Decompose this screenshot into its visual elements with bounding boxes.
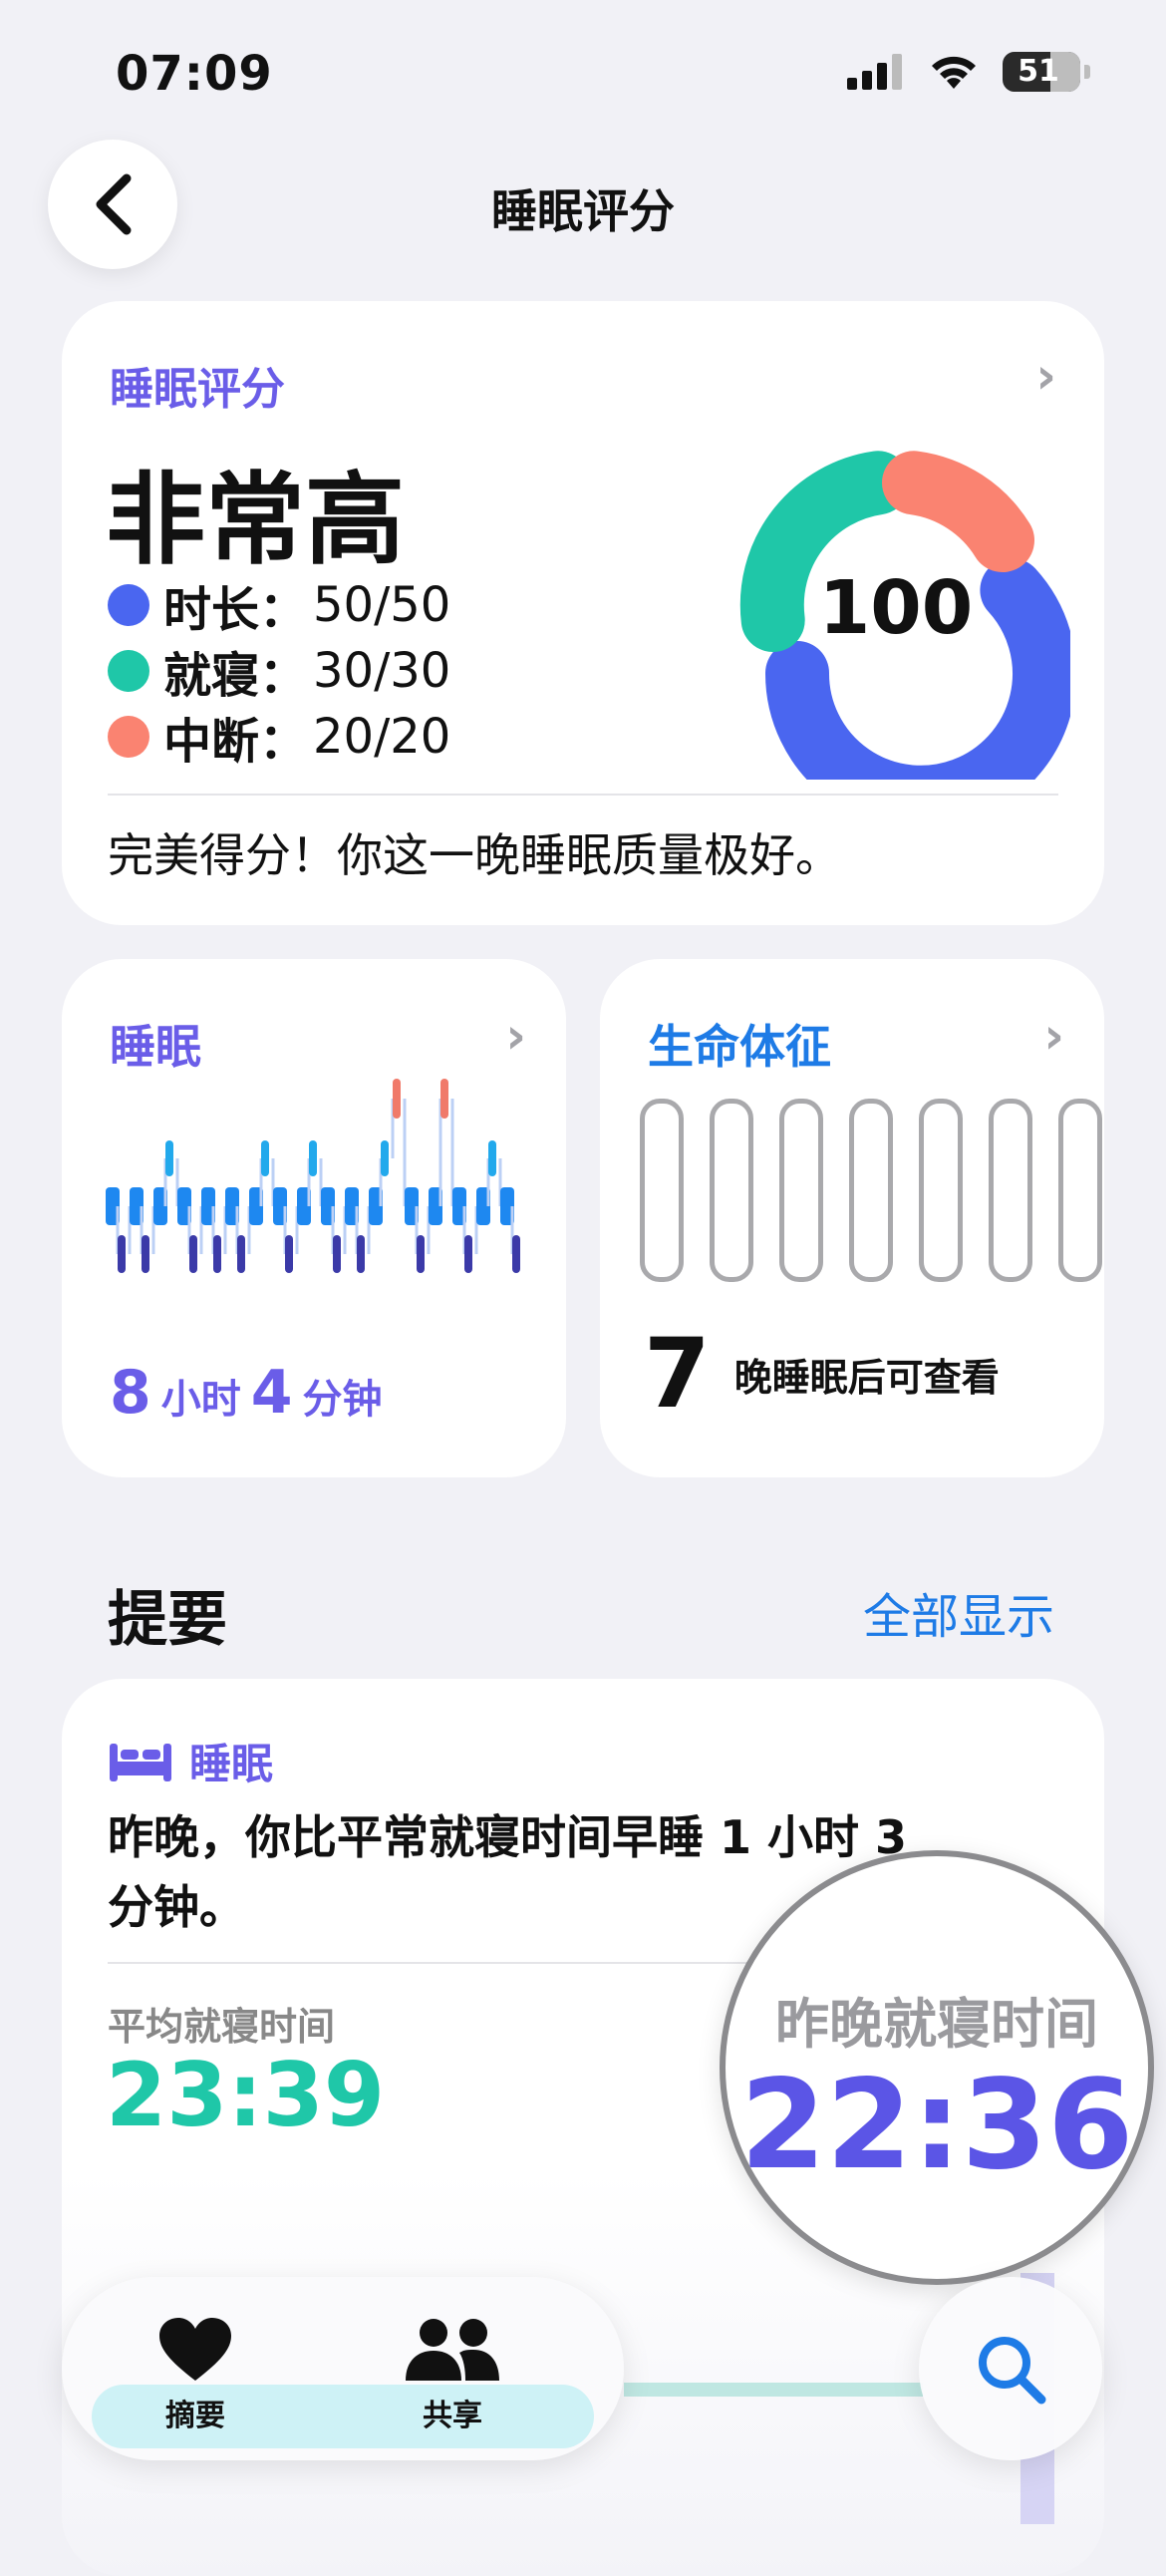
chevron-right-icon: › xyxy=(1035,347,1056,405)
metric-duration: 时长： 50/50 xyxy=(108,570,450,640)
placeholder-bar xyxy=(1058,1099,1102,1282)
tab-bar: 摘要 共享 xyxy=(62,2277,624,2460)
sleep-minutes: 4 xyxy=(250,1358,293,1428)
sleep-hours: 8 xyxy=(110,1358,151,1428)
search-button[interactable] xyxy=(919,2277,1102,2460)
show-all-link[interactable]: 全部显示 xyxy=(863,1577,1054,1647)
search-icon xyxy=(979,2337,1046,2405)
metric-name: 就寝： xyxy=(163,648,308,704)
status-icons: 51 xyxy=(847,52,1090,92)
sleep-score-card[interactable]: 睡眠评分 › 非常高 时长： 50/50 就寝： 30/30 中断： 20/20… xyxy=(62,301,1104,925)
vitals-placeholder-bars xyxy=(640,1099,1102,1282)
people-icon xyxy=(406,2319,499,2381)
nights-text: 晚睡眠后可查看 xyxy=(733,1355,1000,1400)
vitals-availability: 7 晚睡眠后可查看 xyxy=(644,1318,1000,1430)
vitals-card-label: 生命体征 xyxy=(648,1020,831,1074)
placeholder-bar xyxy=(919,1099,963,1282)
heart-icon xyxy=(159,2318,231,2381)
ring-segment-interruptions xyxy=(882,451,1034,572)
metric-value: 20/20 xyxy=(313,709,451,765)
average-bedtime-label: 平均就寝时间 xyxy=(108,2005,336,2049)
sleep-stage-segment xyxy=(381,1140,389,1176)
last-night-bedtime-value: 22:36 xyxy=(739,2054,1134,2197)
sleep-duration: 8 小时 4 分钟 xyxy=(110,1358,393,1428)
last-night-bedtime-label: 昨晚就寝时间 xyxy=(775,1993,1098,2056)
tab-label: 共享 xyxy=(423,2399,482,2433)
duration-dot xyxy=(108,584,149,626)
average-bedtime-value: 23:39 xyxy=(106,2044,386,2146)
sleep-stage-segment xyxy=(333,1235,341,1273)
tab-summary[interactable]: 摘要 xyxy=(116,2317,275,2434)
sleep-card[interactable]: 睡眠 › 8 小时 4 分钟 xyxy=(62,959,566,1477)
sleep-stage-segment xyxy=(440,1079,448,1119)
metric-bedtime: 就寝： 30/30 xyxy=(108,636,450,706)
placeholder-bar xyxy=(849,1099,893,1282)
section-title: 提要 xyxy=(108,1585,227,1655)
metric-value: 50/50 xyxy=(313,577,451,633)
sleep-stage-segment xyxy=(464,1235,472,1273)
tab-label: 摘要 xyxy=(165,2399,225,2433)
sleep-stage-segment xyxy=(261,1140,269,1176)
metric-name: 时长： xyxy=(163,582,308,638)
sleep-stage-segment xyxy=(165,1140,173,1176)
category-label: 睡眠 xyxy=(189,1740,274,1788)
sleep-card-label: 睡眠 xyxy=(110,1020,201,1074)
divider xyxy=(108,794,1058,796)
sleep-stage-segment xyxy=(237,1235,245,1273)
sleep-stages-chart xyxy=(106,1079,520,1273)
battery-icon: 51 xyxy=(1003,52,1080,92)
magnifier-loupe: 昨晚就寝时间 22:36 xyxy=(720,1850,1154,2285)
chart-line-partial xyxy=(624,2383,923,2397)
bedtime-dot xyxy=(108,650,149,692)
sleep-stage-segment xyxy=(189,1235,197,1273)
metric-name: 中断： xyxy=(163,714,308,770)
placeholder-bar xyxy=(710,1099,753,1282)
sleep-stage-segment xyxy=(357,1235,365,1273)
cellular-signal-icon xyxy=(847,54,902,90)
metric-value: 30/30 xyxy=(313,643,451,699)
placeholder-bar xyxy=(640,1099,684,1282)
sleep-stage-segment xyxy=(393,1079,401,1119)
sleep-stage-segment xyxy=(309,1140,317,1176)
metric-interruptions: 中断： 20/20 xyxy=(108,702,450,772)
sleep-stage-segment xyxy=(118,1235,126,1273)
sleep-stage-segment xyxy=(213,1235,221,1273)
battery-level: 51 xyxy=(1018,54,1059,89)
sleep-stage-segment xyxy=(417,1235,425,1273)
interruptions-dot xyxy=(108,716,149,758)
battery-tip xyxy=(1084,65,1090,79)
sleep-stage-segment xyxy=(512,1235,520,1273)
score-level: 非常高 xyxy=(106,462,405,578)
placeholder-bar xyxy=(779,1099,823,1282)
vitals-card[interactable]: 生命体征 › 7 晚睡眠后可查看 xyxy=(600,959,1104,1477)
chevron-right-icon: › xyxy=(1043,1007,1064,1065)
sleep-stage-segment xyxy=(142,1235,149,1273)
wifi-icon xyxy=(932,56,976,89)
score-summary: 完美得分！你这一晚睡眠质量极好。 xyxy=(108,828,841,882)
minutes-unit: 分钟 xyxy=(302,1377,383,1423)
score-card-label: 睡眠评分 xyxy=(110,364,285,415)
chevron-right-icon: › xyxy=(505,1007,526,1065)
highlight-category: 睡眠 xyxy=(110,1731,273,1791)
score-value: 100 xyxy=(819,565,973,651)
sleep-stage-segment xyxy=(285,1235,293,1273)
hours-unit: 小时 xyxy=(160,1377,241,1423)
tab-sharing[interactable]: 共享 xyxy=(373,2317,532,2434)
nights-count: 7 xyxy=(644,1318,711,1430)
status-time: 07:09 xyxy=(116,46,273,102)
placeholder-bar xyxy=(989,1099,1032,1282)
sleep-stage-segment xyxy=(488,1140,496,1176)
bed-icon xyxy=(110,1743,171,1781)
page-title: 睡眠评分 xyxy=(491,184,675,238)
score-ring: 100 xyxy=(739,451,1070,780)
